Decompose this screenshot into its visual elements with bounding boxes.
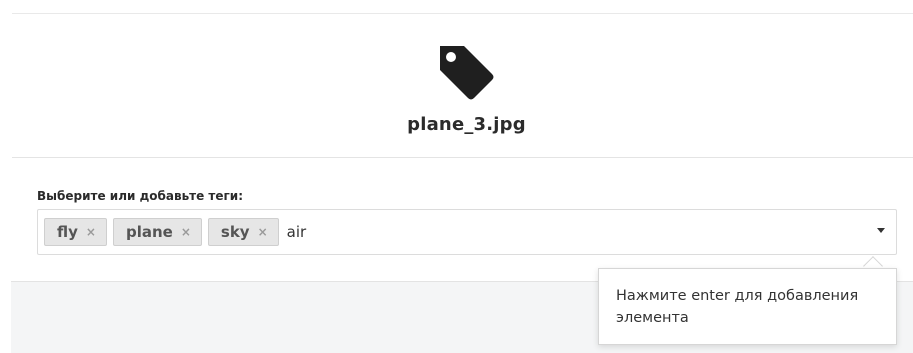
tag-chip: fly × xyxy=(44,218,107,246)
tag-chip: sky × xyxy=(207,218,279,246)
remove-tag-icon[interactable]: × xyxy=(258,225,268,239)
tag-search-input[interactable] xyxy=(286,219,407,245)
tag-chip: plane × xyxy=(112,218,202,246)
remove-tag-icon[interactable]: × xyxy=(86,225,96,239)
tag-icon xyxy=(440,46,494,100)
tags-field-label: Выберите или добавьте теги: xyxy=(37,189,244,203)
hint-tooltip: Нажмите enter для добавления элемента xyxy=(598,268,897,345)
tag-chip-label: plane xyxy=(125,223,173,241)
tags-select[interactable]: fly × plane × sky × xyxy=(37,209,897,255)
tag-chip-list: fly × plane × sky × xyxy=(44,218,407,246)
caret-down-icon[interactable] xyxy=(877,228,885,233)
file-header: plane_3.jpg xyxy=(0,14,913,157)
tag-chip-label: fly xyxy=(57,223,78,241)
tag-chip-label: sky xyxy=(220,223,250,241)
remove-tag-icon[interactable]: × xyxy=(181,225,191,239)
section-divider xyxy=(12,157,913,158)
file-name: plane_3.jpg xyxy=(407,114,526,135)
